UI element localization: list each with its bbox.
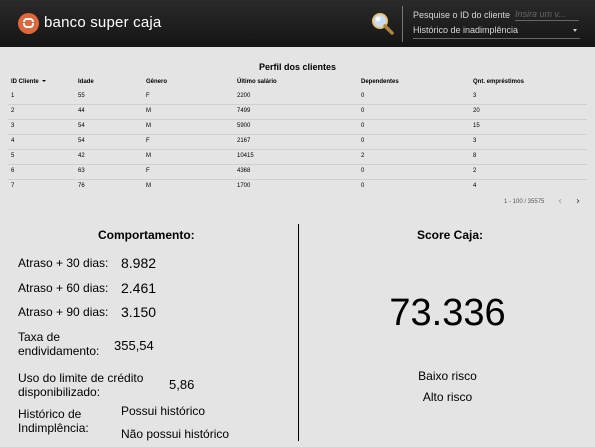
late-60-label: Atraso + 60 dias:: [18, 281, 109, 295]
app-header: banco super caja Pesquise o ID do client…: [0, 0, 595, 47]
cell-salary: 4368: [237, 168, 251, 174]
default-history-label: Histórico de Indimplência:: [18, 407, 89, 435]
row-divider: [8, 164, 587, 165]
chevron-down-icon: [573, 29, 577, 32]
cell-loans: 4: [473, 183, 477, 189]
cell-age: 76: [78, 183, 85, 189]
table-header-row: ID Cliente Idade Gênero Último salário D…: [0, 77, 595, 91]
cell-salary: 2167: [237, 138, 251, 144]
row-divider: [8, 104, 587, 105]
table-row[interactable]: 4 54 F 2167 0 3: [0, 136, 595, 150]
cell-gender: M: [146, 183, 151, 189]
panel-divider: [298, 224, 299, 441]
cell-salary: 1700: [237, 183, 251, 189]
client-id-search-input[interactable]: [515, 7, 579, 21]
cell-gender: F: [146, 168, 150, 174]
table-row[interactable]: 1 55 F 2200 0 3: [0, 91, 595, 105]
has-history-option: Possui histórico: [121, 404, 206, 418]
table-row[interactable]: 5 42 M 10415 2 8: [0, 151, 595, 165]
bank-logo-icon: [18, 13, 39, 34]
brand-name: banco super caja: [44, 14, 162, 31]
table-title: Perfil dos clientes: [258, 62, 337, 72]
row-divider: [8, 179, 587, 180]
late-30-value: 8.982: [121, 255, 157, 271]
cell-salary: 2200: [237, 93, 251, 99]
cell-gender: M: [146, 123, 151, 129]
table-row[interactable]: 2 44 M 7499 0 20: [0, 106, 595, 120]
credit-usage-value: 5,86: [169, 377, 195, 392]
cell-id: 3: [11, 123, 15, 129]
late-60-value: 2.461: [121, 280, 157, 296]
cell-id: 5: [11, 153, 15, 159]
row-divider: [8, 119, 587, 120]
chevron-right-icon[interactable]: ›: [572, 196, 584, 208]
search-icon[interactable]: [370, 11, 394, 35]
score-value: 73.336: [389, 292, 506, 334]
score-title: Score Caja:: [417, 228, 484, 242]
cell-id: 7: [11, 183, 15, 189]
sort-desc-icon: [41, 80, 46, 83]
column-header-loans[interactable]: Qnt. empréstimos: [473, 79, 524, 85]
cell-age: 54: [78, 123, 85, 129]
late-90-value: 3.150: [121, 304, 157, 320]
credit-usage-label: Uso do limite de crédito disponibilizado…: [18, 371, 144, 399]
table-row[interactable]: 7 76 M 1700 0 4: [0, 181, 595, 195]
cell-loans: 3: [473, 138, 477, 144]
cell-id: 2: [11, 108, 15, 114]
cell-dependents: 2: [361, 153, 365, 159]
cell-age: 54: [78, 138, 85, 144]
cell-dependents: 0: [361, 93, 365, 99]
cell-gender: F: [146, 93, 150, 99]
high-risk-label: Alto risco: [422, 390, 473, 404]
column-header-age[interactable]: Idade: [78, 79, 94, 85]
search-label: Pesquise o ID do cliente: [413, 10, 511, 20]
column-header-id[interactable]: ID Cliente: [11, 79, 46, 85]
cell-age: 44: [78, 108, 85, 114]
cell-id: 1: [11, 93, 15, 99]
cell-age: 63: [78, 168, 85, 174]
cell-salary: 10415: [237, 153, 254, 159]
late-30-label: Atraso + 30 dias:: [18, 256, 109, 270]
table-row[interactable]: 3 54 M 5900 0 15: [0, 121, 595, 135]
pagination-range: 1 - 100 / 35575: [504, 199, 545, 205]
cell-gender: M: [146, 153, 151, 159]
cell-loans: 3: [473, 93, 477, 99]
cell-salary: 7499: [237, 108, 251, 114]
row-divider: [8, 149, 587, 150]
no-history-option: Não possui histórico: [121, 427, 230, 441]
table-row[interactable]: 6 63 F 4368 0 2: [0, 166, 595, 180]
cell-dependents: 0: [361, 138, 365, 144]
cell-id: 6: [11, 168, 15, 174]
cell-dependents: 0: [361, 183, 365, 189]
chevron-left-icon[interactable]: ‹: [554, 196, 566, 208]
cell-dependents: 0: [361, 123, 365, 129]
history-filter-select[interactable]: Histórico de inadimplência: [413, 24, 580, 39]
column-header-gender[interactable]: Gênero: [146, 79, 167, 85]
cell-dependents: 0: [361, 108, 365, 114]
low-risk-label: Baixo risco: [418, 369, 477, 383]
cell-gender: M: [146, 108, 151, 114]
cell-gender: F: [146, 138, 150, 144]
cell-loans: 15: [473, 123, 480, 129]
history-filter-value: Histórico de inadimplência: [413, 25, 519, 35]
header-divider: [402, 6, 403, 42]
debt-ratio-label: Taxa de endividamento:: [18, 330, 100, 358]
column-header-salary[interactable]: Último salário: [237, 79, 277, 85]
cell-dependents: 0: [361, 168, 365, 174]
cell-loans: 2: [473, 168, 477, 174]
cell-age: 55: [78, 93, 85, 99]
cell-salary: 5900: [237, 123, 251, 129]
cell-id: 4: [11, 138, 15, 144]
row-divider: [8, 134, 587, 135]
late-90-label: Atraso + 90 dias:: [18, 305, 109, 319]
cell-loans: 20: [473, 108, 480, 114]
column-header-dependents[interactable]: Dependentes: [361, 79, 399, 85]
cell-loans: 8: [473, 153, 477, 159]
debt-ratio-value: 355,54: [114, 338, 154, 353]
behavior-title: Comportamento:: [98, 228, 195, 242]
cell-age: 42: [78, 153, 85, 159]
